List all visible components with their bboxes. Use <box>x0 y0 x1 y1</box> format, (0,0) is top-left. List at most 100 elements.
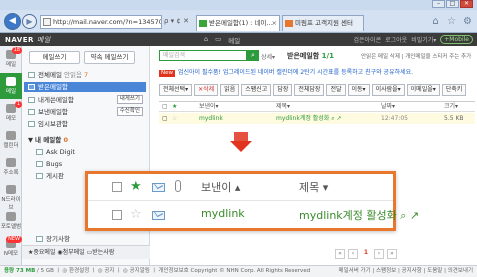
zoom-subject[interactable]: mydlink계정 활성화 ⌕ ↗ <box>299 207 419 223</box>
tab-close-icon[interactable]: × <box>272 16 277 31</box>
folder-inbox[interactable]: 받은메일함 <box>24 82 146 92</box>
zoom-row-checkbox[interactable] <box>112 210 122 220</box>
next-page-button[interactable]: › <box>374 249 384 259</box>
last-page-button[interactable]: » <box>387 249 397 259</box>
row-sender[interactable]: mydlink <box>199 113 223 124</box>
sidebar-item-nmemo[interactable]: NEW N메모 <box>0 235 22 261</box>
footer-links[interactable]: / 5 GB ㅣ ◎ 환경설정 ㅣ ◎ 공지 ㅣ ◎ 공지알림 ㅣ 개인정보보호… <box>35 268 310 274</box>
sidebar-item-ndrive[interactable]: N드라이브 <box>0 181 22 211</box>
header-date[interactable]: 날짜▾ <box>381 102 395 112</box>
header-subject[interactable]: 제목▾ <box>276 102 290 112</box>
address-bar[interactable]: http://mail.naver.com/?n=13457015071808v… <box>40 15 162 29</box>
inbox-links[interactable]: 안읽은 메일 삭제 | 개인메일을 스티커 주는 추가 <box>361 52 471 60</box>
select-all-button[interactable]: 전체선택▾ <box>159 84 193 96</box>
star-outline-icon[interactable]: ☆ <box>130 207 142 222</box>
gnb-home-icon[interactable]: ⌂ <box>204 35 208 45</box>
sidebar-item-mail[interactable]: 메일 <box>0 73 22 99</box>
gnb-window-icon[interactable]: ▭ <box>215 35 221 45</box>
gnb-logout[interactable]: 로그아웃 <box>385 35 407 44</box>
mail-search-input[interactable]: 메일검색 <box>159 50 247 61</box>
maximize-button[interactable]: □ <box>446 0 459 8</box>
address-controls[interactable]: ρ ▾ ¢ ✕ <box>164 17 189 25</box>
home-icon[interactable]: ⌂ <box>430 16 441 27</box>
folder-my-mailbox[interactable]: ▼ 내 메일함 0 <box>28 135 68 145</box>
header-checkbox[interactable]: ▢ <box>162 102 168 112</box>
spam-button[interactable]: 스팸신고 <box>241 84 272 96</box>
sidebar-item-calendar[interactable]: 캘린더 <box>0 127 22 153</box>
folder-notes[interactable]: 장기사항 <box>36 234 70 244</box>
move-button[interactable]: 이동▾ <box>347 84 370 96</box>
gnb-secure[interactable]: 비밀기기▾ <box>411 35 436 44</box>
minimize-button[interactable]: – <box>432 0 445 8</box>
prev-page-button[interactable]: ‹ <box>348 249 358 259</box>
reply-button[interactable]: 답장 <box>273 84 293 96</box>
header-size[interactable]: 크기▾ <box>444 102 458 112</box>
tab-mail[interactable]: 받은메일함(1) : 네이… × <box>196 15 280 31</box>
folder-self-mail[interactable]: 내게쓴메일함 <box>28 95 74 105</box>
write-self-mail-button[interactable]: 약속 메일쓰기 <box>84 51 135 64</box>
reply-all-button[interactable]: 전체답장 <box>294 84 325 96</box>
row-checkbox[interactable]: ▢ <box>162 113 168 124</box>
folder-drafts[interactable]: 임시보관함 <box>28 119 68 129</box>
footer-right-links[interactable]: 메일서버 가기 | 스팸정보 | 공지사항 | 도움말 | 의견보내기 <box>339 266 473 277</box>
this-mail-button[interactable]: 이메일을▾ <box>406 84 440 96</box>
row-subject[interactable]: mydlink계정 활성화 ⌕ ↗ <box>276 113 342 124</box>
folder-bugs[interactable]: Bugs <box>36 159 62 169</box>
notice-text: 업신아이 필수품! 업그레이드된 네이버 캘린더에 2탄기 시간표를 등록하고 … <box>178 69 414 76</box>
naver-logo[interactable]: NAVER 메일 <box>5 35 51 45</box>
folder-all-mail[interactable]: 전체메일 안읽음 7 <box>28 70 88 80</box>
mail-main: 메일검색 ⌕ 상세▾ 받은메일함 1/1 안읽은 메일 삭제 | 개인메일을 스… <box>151 46 477 265</box>
star-icon[interactable]: ☆ <box>172 113 177 124</box>
zoom-header-checkbox[interactable] <box>112 182 122 192</box>
drive-icon <box>6 185 16 194</box>
folder-icon <box>36 149 43 155</box>
folder-icon <box>28 97 35 103</box>
folder-shortcuts[interactable]: ★중요메일 ◉첨부메일 ▭받는사람 <box>22 245 150 259</box>
first-page-button[interactable]: « <box>335 249 345 259</box>
sidebar-item-memo[interactable]: 1 메모 <box>0 100 22 126</box>
read-receipt-tag[interactable]: 수신확인 <box>116 107 143 116</box>
sidebar-item-contacts[interactable]: 주소록 <box>0 154 22 180</box>
gear-icon[interactable]: ⚙ <box>462 16 473 27</box>
close-window-button[interactable]: ✕ <box>460 0 473 8</box>
gnb-mail-link[interactable]: 메일 <box>228 35 240 45</box>
folder-icon <box>36 236 43 242</box>
envelope-icon <box>152 211 165 220</box>
support-favicon-icon <box>285 20 293 27</box>
mail-list-header: ▢ ★ 보낸이▾ 제목▾ 날짜▾ 크기▾ <box>159 101 475 112</box>
forward-button[interactable]: ▶ <box>22 14 37 29</box>
self-mail-tag[interactable]: 내게쓰기 <box>116 95 143 104</box>
favorites-icon[interactable]: ☆ <box>446 16 457 27</box>
zoom-mail-row[interactable]: ☆ mydlink mydlink계정 활성화 ⌕ ↗ <box>88 202 419 229</box>
row-size: 5.5 KB <box>444 115 464 122</box>
header-sender[interactable]: 보낸이▾ <box>199 102 219 112</box>
window-controls: – □ ✕ <box>432 0 473 8</box>
sidebar-item-mail-new[interactable]: 18 메일 <box>0 46 22 72</box>
folder-ask-digit[interactable]: Ask Digit <box>36 147 75 157</box>
table-row[interactable]: ▢ ☆ mydlink mydlink계정 활성화 ⌕ ↗ 12:47:05 5… <box>159 113 475 124</box>
zoom-sender[interactable]: mydlink <box>201 207 245 220</box>
notice-banner[interactable]: New 업신아이 필수품! 업그레이드된 네이버 캘린더에 2탄기 시간표를 등록… <box>159 67 475 78</box>
forward-mail-button[interactable]: 전달 <box>326 84 346 96</box>
row-date: 12:47:05 <box>381 115 408 122</box>
shortcut-button[interactable]: 단축키 <box>441 84 467 96</box>
this-person-button[interactable]: 이사람을▾ <box>371 84 405 96</box>
pagination: « ‹ 1 › » <box>335 249 397 259</box>
delete-button[interactable]: ✕삭제 <box>194 84 219 96</box>
star-icon[interactable]: ★ <box>172 102 177 112</box>
search-detail-link[interactable]: 상세▾ <box>261 52 275 61</box>
zoom-header-subject[interactable]: 제목 ▾ <box>299 179 328 195</box>
folder-sent[interactable]: 보낸메일함 <box>28 107 68 117</box>
back-button[interactable]: ◀ <box>4 13 21 30</box>
mark-read-button[interactable]: 읽음 <box>220 84 240 96</box>
tab-support[interactable]: 미림프 고객지원 센터 <box>282 15 364 31</box>
gnb-user[interactable]: 검은아이콘 <box>353 35 381 44</box>
folder-board[interactable]: 게시판 <box>36 171 64 181</box>
write-mail-button[interactable]: 메일쓰기 <box>29 51 80 64</box>
mobile-badge[interactable]: +Mobile <box>440 35 473 44</box>
star-icon[interactable]: ★ <box>130 179 142 194</box>
zoom-header-sender[interactable]: 보낸이 ▴ <box>201 179 240 195</box>
sidebar-item-photo[interactable]: 포토앨범 <box>0 208 22 234</box>
search-icon[interactable]: ⌕ <box>247 50 259 61</box>
folder-icon <box>28 121 35 127</box>
